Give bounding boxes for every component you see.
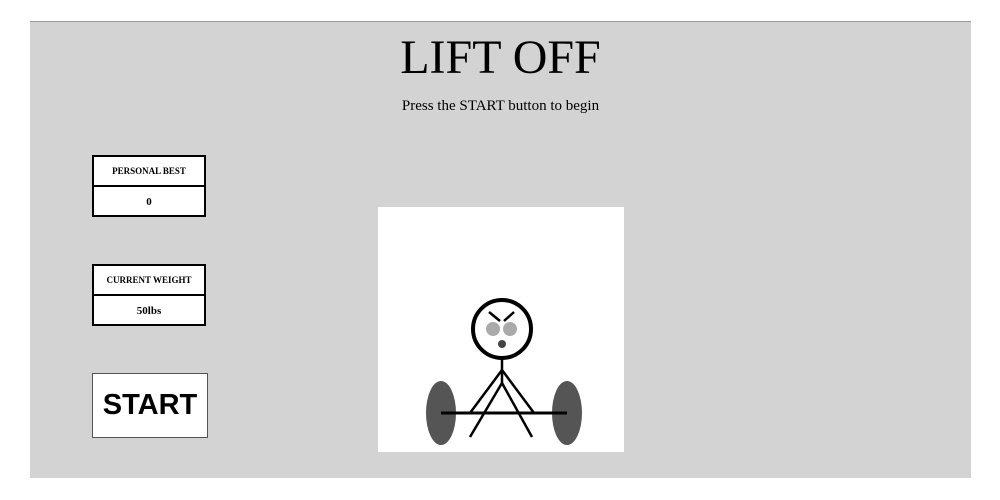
personal-best-value: 0 <box>146 196 152 208</box>
current-weight-label: CURRENT WEIGHT <box>94 266 204 296</box>
game-panel: LIFT OFF Press the START button to begin… <box>30 21 971 478</box>
game-title: LIFT OFF <box>400 31 601 84</box>
lifter-illustration <box>426 298 582 445</box>
current-weight-box: CURRENT WEIGHT 50lbs <box>92 264 206 326</box>
page: LIFT OFF Press the START button to begin… <box>0 0 1000 500</box>
lifter-right-eye <box>503 322 517 336</box>
lifter-scene <box>378 207 624 452</box>
personal-best-box: PERSONAL BEST 0 <box>92 155 206 217</box>
start-button[interactable]: START <box>92 373 208 438</box>
current-weight-value: 50lbs <box>136 305 162 317</box>
instructions-text: Press the START button to begin <box>401 98 600 114</box>
lifter-mouth <box>498 340 506 348</box>
personal-best-label: PERSONAL BEST <box>94 157 204 187</box>
lifter-head <box>471 298 533 360</box>
lifter-left-eye <box>486 322 500 336</box>
